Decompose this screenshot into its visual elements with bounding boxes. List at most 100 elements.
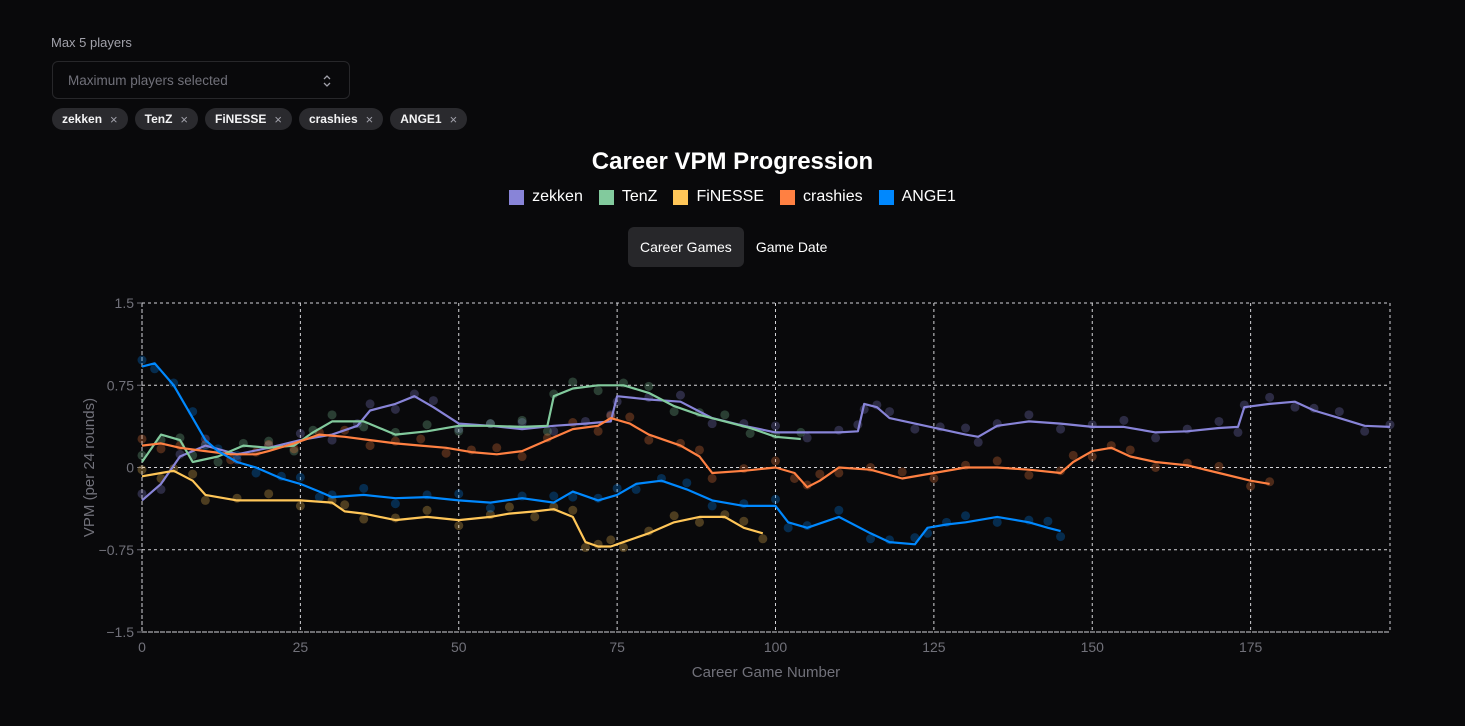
data-point-zekken — [771, 421, 781, 431]
data-point-crashies — [897, 467, 907, 477]
data-point-ange1 — [682, 478, 692, 488]
data-point-crashies — [416, 434, 426, 444]
data-point-zekken — [1334, 407, 1344, 417]
data-point-tenz — [644, 381, 654, 391]
data-point-crashies — [492, 443, 502, 453]
data-point-zekken — [707, 419, 717, 429]
data-point-finesse — [137, 465, 147, 475]
x-tick-label: 0 — [138, 639, 146, 655]
data-point-ange1 — [783, 523, 793, 533]
data-point-crashies — [593, 426, 603, 436]
data-point-zekken — [428, 396, 438, 406]
data-point-zekken — [1119, 415, 1129, 425]
x-tick-label: 50 — [451, 639, 467, 655]
data-point-crashies — [1024, 470, 1034, 480]
data-point-finesse — [264, 489, 274, 499]
data-point-zekken — [910, 424, 920, 434]
data-point-crashies — [694, 445, 704, 455]
data-point-crashies — [1214, 461, 1224, 471]
y-tick-label: 0 — [126, 460, 134, 476]
data-point-finesse — [422, 505, 432, 515]
data-point-zekken — [1151, 433, 1161, 443]
data-point-crashies — [771, 456, 781, 466]
data-point-ange1 — [232, 450, 242, 460]
data-point-zekken — [1265, 392, 1275, 402]
data-point-ange1 — [137, 355, 147, 365]
data-point-ange1 — [454, 489, 464, 499]
data-point-finesse — [606, 535, 616, 545]
data-point-crashies — [707, 473, 717, 483]
x-tick-label: 100 — [764, 639, 788, 655]
data-point-crashies — [137, 434, 147, 444]
data-point-ange1 — [359, 483, 369, 493]
data-point-tenz — [593, 386, 603, 396]
data-point-finesse — [200, 495, 210, 505]
data-point-zekken — [365, 399, 375, 409]
data-point-crashies — [1068, 450, 1078, 460]
x-axis-label: Career Game Number — [692, 664, 840, 681]
data-point-zekken — [675, 390, 685, 400]
data-point-tenz — [327, 410, 337, 420]
data-point-crashies — [1246, 481, 1256, 491]
data-point-finesse — [530, 512, 540, 522]
data-point-tenz — [720, 410, 730, 420]
data-point-crashies — [441, 448, 451, 458]
data-point-finesse — [694, 517, 704, 527]
vpm-chart: 0 25 50 75 100 125 150 175 1.5 0.75 0 −0.75 −1.5 Care… — [81, 295, 1395, 681]
data-point-finesse — [454, 521, 464, 531]
data-point-crashies — [517, 452, 527, 462]
data-point-zekken — [390, 404, 400, 414]
data-point-finesse — [669, 511, 679, 521]
data-point-tenz — [517, 415, 527, 425]
data-point-ange1 — [390, 499, 400, 509]
data-point-finesse — [504, 502, 514, 512]
data-point-finesse — [359, 514, 369, 524]
y-tick-label: 1.5 — [115, 295, 135, 311]
y-tick-label: 0.75 — [107, 377, 134, 393]
data-point-finesse — [580, 543, 590, 553]
x-tick-label: 125 — [922, 639, 946, 655]
data-point-finesse — [295, 501, 305, 511]
data-point-zekken — [973, 437, 983, 447]
data-point-ange1 — [485, 503, 495, 513]
x-tick-label: 175 — [1239, 639, 1263, 655]
data-point-finesse — [618, 543, 628, 553]
data-point-zekken — [1024, 410, 1034, 420]
y-tick-label: −0.75 — [99, 542, 135, 558]
data-point-zekken — [1214, 416, 1224, 426]
x-tick-label: 75 — [609, 639, 625, 655]
data-point-crashies — [1265, 477, 1275, 487]
x-tick-label: 25 — [293, 639, 309, 655]
data-point-finesse — [188, 469, 198, 479]
data-point-finesse — [568, 505, 578, 515]
data-point-tenz — [669, 407, 679, 417]
data-point-crashies — [1151, 463, 1161, 472]
y-tick-label: −1.5 — [106, 624, 134, 640]
data-point-crashies — [625, 412, 635, 422]
series-line-finesse — [141, 469, 764, 548]
data-point-tenz — [454, 426, 464, 436]
y-axis-label: VPM (per 24 rounds) — [81, 398, 98, 537]
data-point-ange1 — [961, 511, 971, 521]
data-point-zekken — [295, 429, 305, 439]
data-point-tenz — [422, 420, 432, 430]
data-point-finesse — [758, 534, 768, 544]
data-point-ange1 — [549, 491, 559, 501]
data-point-tenz — [213, 457, 223, 467]
data-point-ange1 — [1043, 516, 1053, 526]
data-point-tenz — [745, 429, 755, 439]
data-point-ange1 — [771, 494, 781, 504]
data-point-zekken — [1056, 424, 1066, 434]
data-point-ange1 — [295, 472, 305, 482]
data-point-zekken — [1360, 426, 1370, 436]
data-point-ange1 — [1056, 532, 1066, 542]
data-point-crashies — [992, 456, 1002, 466]
data-point-crashies — [644, 435, 654, 445]
data-point-crashies — [156, 444, 166, 454]
data-point-ange1 — [612, 483, 622, 493]
data-point-finesse — [739, 516, 749, 526]
data-point-zekken — [1233, 427, 1243, 437]
data-point-ange1 — [707, 501, 717, 511]
data-point-crashies — [365, 441, 375, 451]
x-tick-label: 150 — [1081, 639, 1105, 655]
